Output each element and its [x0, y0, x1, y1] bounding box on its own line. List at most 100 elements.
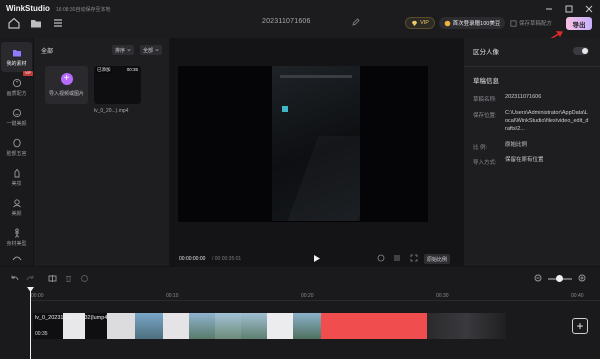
expand-icon[interactable] — [410, 254, 418, 262]
maximize-icon[interactable] — [564, 4, 574, 14]
redo-icon[interactable] — [26, 274, 35, 283]
delete-icon[interactable] — [64, 274, 73, 283]
sort-label: 排序 — [114, 47, 125, 54]
zoom-out-icon[interactable] — [534, 274, 543, 283]
nav-label: 我的素材 — [6, 60, 27, 67]
draft-name-value: 2023110716​06 — [505, 94, 542, 100]
nav-more[interactable] — [1, 250, 32, 266]
save-icon — [510, 20, 517, 26]
menu-icon[interactable] — [52, 17, 64, 29]
playhead[interactable] — [30, 289, 31, 359]
beauty-icon — [12, 198, 21, 207]
coin-icon — [444, 20, 450, 26]
clip-frame — [135, 313, 163, 339]
import-media-button[interactable]: + 导入视频或图片 — [45, 66, 88, 104]
project-name[interactable]: 2023110716​06 — [262, 18, 311, 25]
play-icon[interactable] — [312, 254, 321, 263]
nav-makeup[interactable]: 美妆 — [1, 162, 32, 192]
ruler-tick: 00:10 — [166, 293, 179, 299]
divider — [464, 66, 600, 67]
draft-info-title: 草稿信息 — [473, 78, 499, 85]
properties-panel — [464, 38, 600, 266]
media-tab-all[interactable]: 全部 — [41, 46, 53, 55]
chevron-down-icon — [127, 49, 131, 52]
clip-frame — [267, 313, 293, 339]
folder-icon[interactable] — [30, 17, 42, 29]
nav-label: 美妆 — [11, 180, 22, 187]
more-icon — [12, 256, 21, 261]
folder-icon — [12, 49, 21, 56]
clip-frame — [107, 313, 135, 339]
ruler-tick: 00:30 — [436, 293, 449, 299]
nav-label: 一键美颜 — [6, 120, 27, 127]
aspect-ratio-button[interactable]: 原始比例 — [424, 254, 451, 264]
clip-frame — [189, 313, 215, 339]
added-badge: 已添加 — [96, 67, 112, 73]
frame-shadow — [286, 136, 360, 221]
frame-top-bar — [280, 75, 352, 78]
nav-my-media[interactable]: 我的素材 — [1, 42, 32, 72]
face-features-icon — [12, 138, 21, 147]
nav-body-shape[interactable]: 身材美型 — [1, 222, 32, 252]
nav-one-click-beauty[interactable]: 一键美颜 — [1, 102, 32, 132]
chevron-down-icon — [155, 49, 159, 52]
total-time: / 00:00:35:01 — [212, 256, 242, 262]
media-clip-thumbnail[interactable]: 已添加 00:35 — [94, 66, 141, 104]
sort-button[interactable]: 排序 — [112, 45, 134, 55]
add-clip-button[interactable]: + — [572, 318, 588, 334]
save-location-label: 保存位置: — [473, 113, 497, 119]
clip-duration: 00:35 — [126, 67, 138, 72]
home-icon[interactable] — [8, 17, 20, 29]
body-icon — [14, 227, 19, 238]
zoom-in-icon[interactable] — [578, 274, 587, 283]
nav-face-features[interactable]: 脸部五官 — [1, 132, 32, 162]
portrait-separation-title: 区分人像 — [473, 49, 499, 56]
edit-icon[interactable] — [352, 18, 360, 26]
nav-label: 身材美型 — [6, 240, 27, 247]
autosave-status: 16:08:30自动保存至本地 — [56, 7, 111, 13]
ruler[interactable] — [30, 300, 600, 301]
ruler-tick: 00:00 — [31, 293, 44, 299]
undo-icon[interactable] — [10, 274, 19, 283]
filter-dropdown[interactable]: 全部 — [140, 45, 162, 55]
video-frame-content — [272, 66, 360, 221]
import-method-label: 导入方式: — [473, 160, 497, 166]
clip-frame — [241, 313, 267, 339]
palette-icon — [12, 78, 21, 87]
clip-name: lv_0_20...).mp4 — [94, 108, 129, 114]
current-time: 00:00:00:00 — [179, 256, 206, 262]
minimize-icon[interactable] — [544, 4, 554, 14]
clip-frame — [427, 313, 506, 339]
ruler-tick: 00:20 — [301, 293, 314, 299]
draft-name-label: 草稿名称: — [473, 97, 497, 103]
app-title: WinkStudio — [6, 4, 50, 13]
adjust-icon[interactable] — [393, 254, 401, 262]
fullscreen-preview-icon[interactable] — [377, 254, 385, 262]
promo-button[interactable]: 首次登录赠100美豆 — [439, 17, 505, 29]
ratio-label: 比 例: — [473, 145, 488, 151]
frame-app-icon — [282, 106, 288, 112]
clip-frame — [163, 313, 189, 339]
ruler-tick: 00:40 — [571, 293, 584, 299]
close-icon[interactable] — [584, 4, 594, 14]
nav-beauty[interactable]: 美颜 — [1, 192, 32, 222]
nav-label: 脸部五官 — [6, 150, 27, 157]
split-icon[interactable] — [48, 274, 57, 283]
track-clip-duration: 00:35 — [35, 331, 48, 337]
track-clip-name: lv_0_20231103174132(lump4 — [35, 315, 108, 321]
filter-label: 全部 — [142, 47, 153, 54]
export-button[interactable]: 导出 — [566, 17, 592, 30]
zoom-slider-handle[interactable] — [556, 275, 563, 282]
vip-label: VIP — [420, 20, 429, 26]
face-icon — [12, 108, 21, 117]
save-draft-label: 保存草稿配方 — [519, 21, 553, 27]
nav-quality-recipe[interactable]: 画质配方 — [1, 72, 32, 102]
clip-frame — [215, 313, 241, 339]
vip-button[interactable]: VIP — [405, 17, 435, 29]
import-method-value: 保留在原有位置 — [505, 157, 544, 163]
crop-icon[interactable] — [80, 274, 89, 283]
save-location-value: C:\Users\Administrator\AppData\Local\Win… — [505, 110, 589, 132]
portrait-separation-toggle[interactable] — [573, 47, 589, 55]
nav-label: 美颜 — [11, 210, 22, 217]
nav-label: 画质配方 — [6, 90, 27, 97]
